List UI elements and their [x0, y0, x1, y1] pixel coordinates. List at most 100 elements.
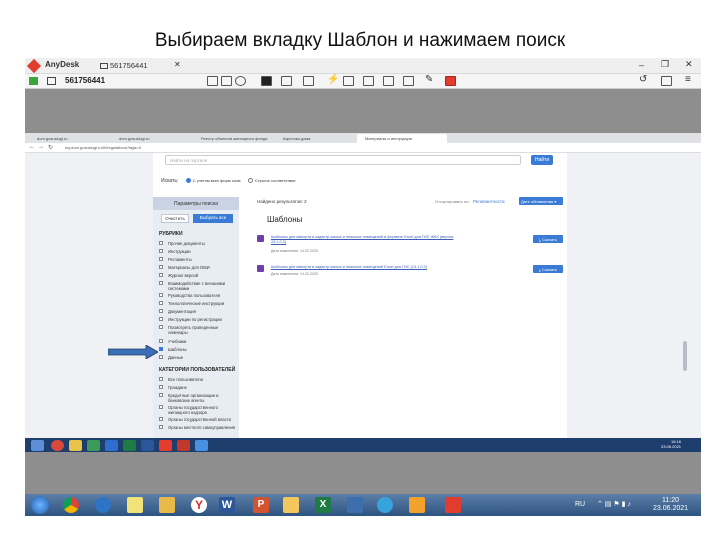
- explorer-icon[interactable]: [159, 497, 175, 513]
- rubric-item[interactable]: Посмотреть проведенные семинары: [159, 325, 239, 335]
- clipboard-icon[interactable]: [661, 76, 672, 86]
- close-window-icon[interactable]: ✕: [685, 59, 693, 70]
- rubric-item[interactable]: Инструкции по регистрации: [159, 317, 239, 322]
- checkbox[interactable]: [159, 301, 163, 305]
- rubric-item-templates[interactable]: Шаблоны: [159, 347, 239, 352]
- checkbox[interactable]: [159, 405, 163, 409]
- anydesk-icon[interactable]: [159, 440, 172, 451]
- start-icon[interactable]: [31, 440, 44, 451]
- notes-icon[interactable]: [127, 497, 143, 513]
- close-tab-icon[interactable]: ✕: [174, 60, 181, 69]
- user-category-item[interactable]: Органы государственной власти: [159, 417, 239, 422]
- file-transfer-icon[interactable]: [281, 76, 292, 86]
- keyboard-shortcut-icon[interactable]: [343, 76, 354, 86]
- media-player-icon[interactable]: [95, 497, 111, 513]
- checkbox[interactable]: [159, 355, 163, 359]
- url-field[interactable]: my.dom.gosuslugi.ru/#!/regulations?tags=…: [65, 145, 141, 150]
- browser-tab[interactable]: dom.gosuslugi.ru: [29, 134, 109, 143]
- rubric-item[interactable]: Взаимодействие с внешними системами: [159, 281, 239, 291]
- actions-icon[interactable]: [383, 76, 394, 86]
- rubric-item[interactable]: Материалы для ОМИ: [159, 265, 239, 270]
- browser-tab[interactable]: Карточка дома: [275, 134, 355, 143]
- outlook-icon[interactable]: [105, 440, 118, 451]
- monitor-icon[interactable]: [47, 77, 56, 85]
- sort-date-dropdown[interactable]: Дате обновления ▾: [519, 197, 563, 205]
- network-icon[interactable]: [347, 497, 363, 513]
- rubric-item[interactable]: Данные: [159, 355, 239, 360]
- checkbox[interactable]: [159, 309, 163, 313]
- telegram-icon[interactable]: [377, 497, 393, 513]
- checkbox[interactable]: [159, 393, 163, 397]
- browser-tab[interactable]: dom.gosuslugi.ru: [111, 134, 191, 143]
- history-icon[interactable]: ↺: [639, 74, 647, 85]
- checkbox[interactable]: [159, 281, 163, 285]
- checkbox[interactable]: [159, 385, 163, 389]
- checkbox[interactable]: [159, 265, 163, 269]
- rubric-item[interactable]: Регламенты: [159, 257, 239, 262]
- result-title-link[interactable]: Шаблоны для импорта в кадастр жилых и не…: [271, 235, 457, 245]
- pen-icon[interactable]: ✎: [425, 74, 433, 85]
- checkbox[interactable]: [159, 249, 163, 253]
- radio-all-forms[interactable]: [185, 178, 191, 183]
- chrome-icon[interactable]: [51, 440, 64, 451]
- keyboard-icon[interactable]: [221, 76, 232, 86]
- rubric-item[interactable]: Документация: [159, 309, 239, 314]
- download-button[interactable]: ⤓ Скачать: [533, 235, 563, 243]
- reload-icon[interactable]: ↻: [48, 144, 53, 151]
- excel-icon[interactable]: [123, 440, 136, 451]
- scrollbar-thumb[interactable]: [683, 341, 687, 371]
- user-category-item[interactable]: Кредитные организации и банковские агент…: [159, 393, 239, 403]
- select-all-button[interactable]: Выбрать все: [193, 214, 233, 223]
- app-icon[interactable]: [409, 497, 425, 513]
- search-input[interactable]: Найти на портале: [165, 155, 521, 165]
- forward-icon[interactable]: →: [38, 144, 44, 150]
- word-icon[interactable]: [141, 440, 154, 451]
- screen-1-icon[interactable]: [261, 76, 272, 86]
- record-icon[interactable]: [445, 76, 456, 86]
- result-title-link[interactable]: Шаблоны для импорта в кадастр жилых и не…: [271, 265, 457, 270]
- powerpoint-icon[interactable]: P: [253, 497, 269, 513]
- lightning-icon[interactable]: ⚡: [327, 74, 339, 85]
- checkbox[interactable]: [159, 293, 163, 297]
- chat-message-icon[interactable]: [303, 76, 314, 86]
- sort-relevance-link[interactable]: Релевантности: [473, 199, 505, 204]
- rubric-item[interactable]: Прочие документы: [159, 241, 239, 246]
- rubric-item[interactable]: Руководства пользователя: [159, 293, 239, 298]
- view-icon[interactable]: [403, 76, 414, 86]
- excel-icon[interactable]: X: [315, 497, 331, 513]
- app-icon[interactable]: [195, 440, 208, 451]
- search-button[interactable]: Найти: [531, 155, 553, 165]
- display-icon[interactable]: [363, 76, 374, 86]
- browser-tab[interactable]: Реестр объектов жилищного фонда: [193, 134, 273, 143]
- chrome-icon[interactable]: [63, 497, 79, 513]
- anydesk-icon[interactable]: [445, 497, 461, 513]
- scope-option-strict[interactable]: Строгое соответствие: [255, 178, 296, 183]
- checkbox[interactable]: [159, 241, 163, 245]
- checkbox[interactable]: [159, 425, 163, 429]
- page-scrollbar[interactable]: [680, 155, 688, 445]
- checkbox[interactable]: [159, 339, 163, 343]
- checkbox[interactable]: [159, 377, 163, 381]
- menu-icon[interactable]: ≡: [685, 74, 691, 85]
- user-category-item[interactable]: Все пользователи: [159, 377, 239, 382]
- anydesk-session-tab[interactable]: 561756441 ✕: [100, 59, 185, 73]
- chat-icon[interactable]: [207, 76, 218, 86]
- checkbox[interactable]: [159, 273, 163, 277]
- checkbox[interactable]: [159, 417, 163, 421]
- rubric-item[interactable]: Журнал версий: [159, 273, 239, 278]
- user-category-item[interactable]: Органы местного самоуправления: [159, 425, 239, 430]
- app-icon[interactable]: [87, 440, 100, 451]
- download-button[interactable]: ⤓ Скачать: [533, 265, 563, 273]
- clear-button[interactable]: Очистить: [161, 214, 189, 223]
- checkbox[interactable]: [159, 257, 163, 261]
- checkbox[interactable]: [159, 325, 163, 329]
- restore-icon[interactable]: ❐: [661, 59, 669, 70]
- windows-start-icon[interactable]: [31, 496, 49, 514]
- local-clock[interactable]: 11:20 23.06.2021: [653, 497, 688, 513]
- user-category-item[interactable]: Органы государственного жилищного надзор…: [159, 405, 239, 415]
- rubric-item[interactable]: Технологические инструкции: [159, 301, 239, 306]
- back-icon[interactable]: ←: [29, 144, 35, 150]
- rubric-item[interactable]: Учебники: [159, 339, 239, 344]
- rubric-item[interactable]: Инструкции: [159, 249, 239, 254]
- checkbox[interactable]: [159, 317, 163, 321]
